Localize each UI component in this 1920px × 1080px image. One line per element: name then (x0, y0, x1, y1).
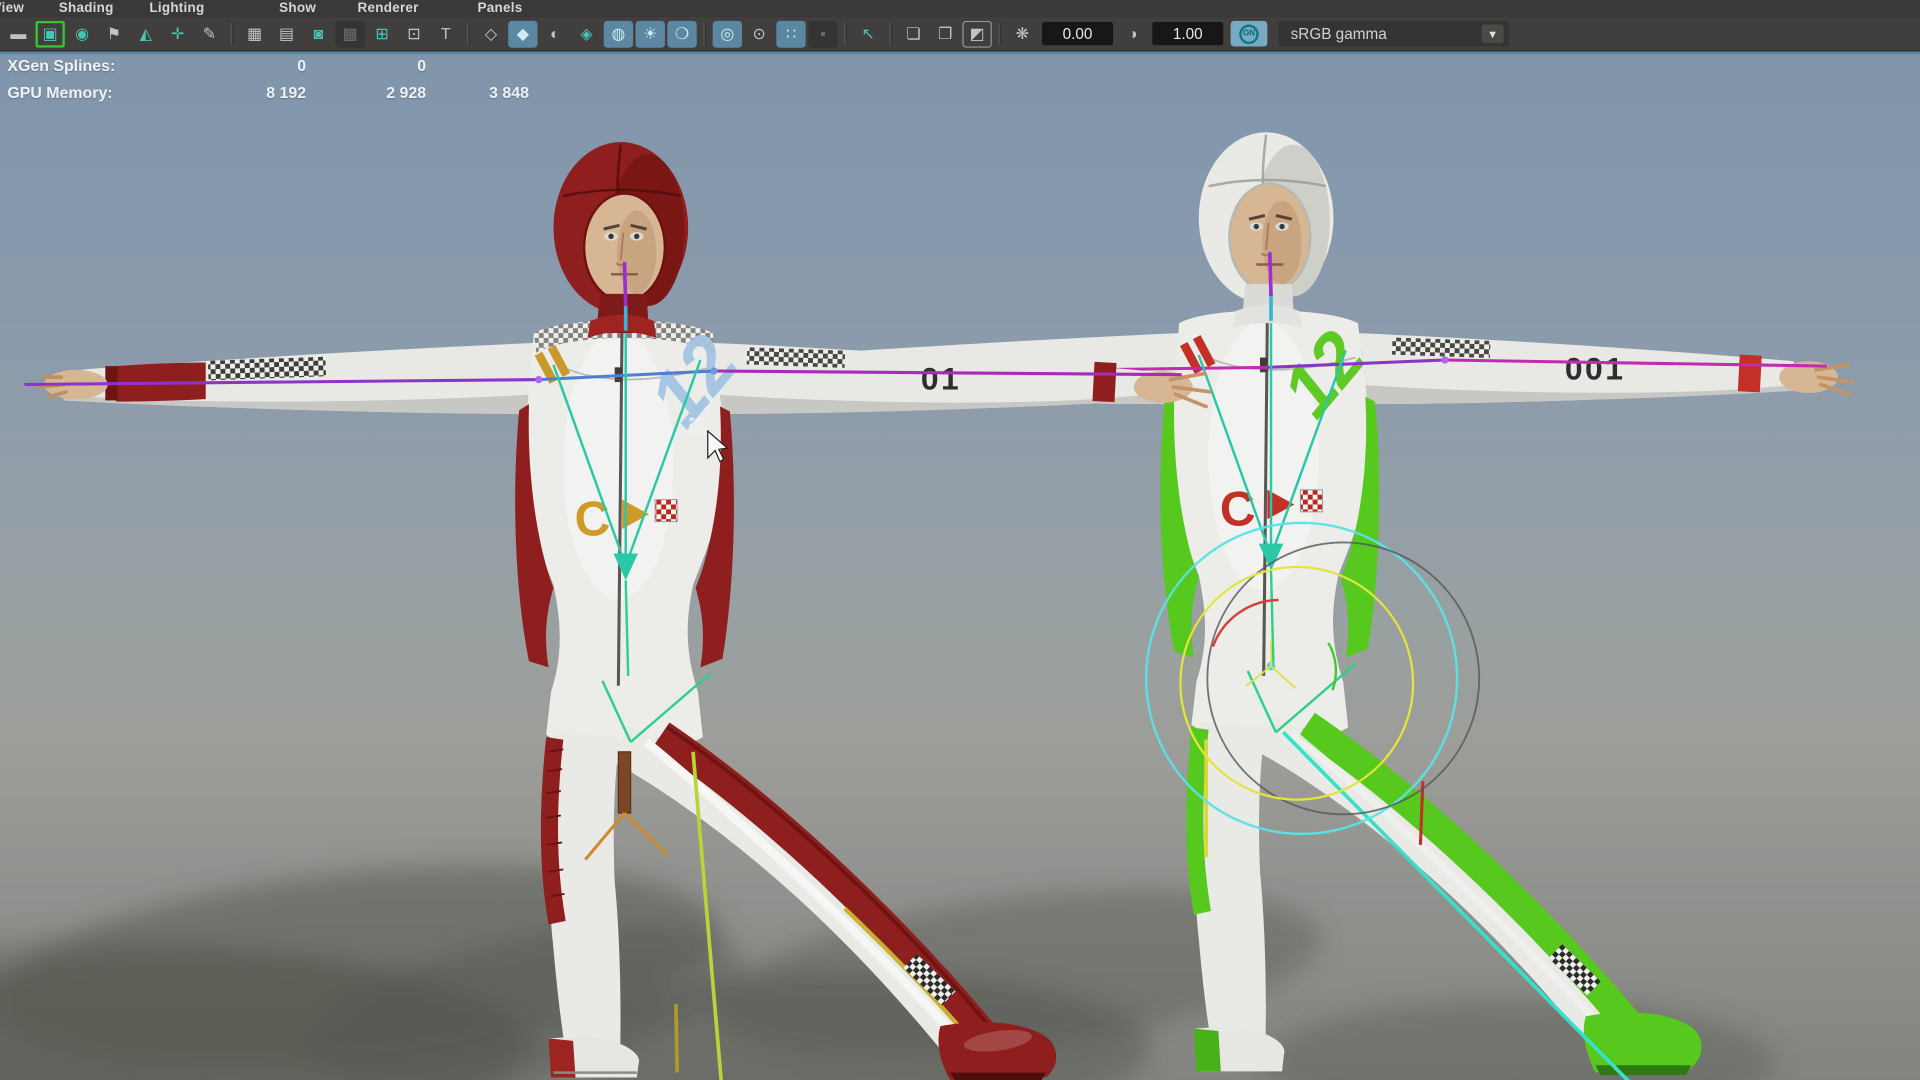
toolbar-separator (465, 23, 471, 45)
toolbar-separator (229, 23, 235, 45)
resolution-gate-icon[interactable]: ◙ (304, 20, 333, 47)
active-panel-highlight (0, 51, 1920, 53)
grid-icon[interactable]: ▦ (240, 20, 269, 47)
menu-view[interactable]: View (0, 0, 24, 17)
panel-toolbar: ▬ ▣ ◉ ⚑ ◭ ✛ ✎ ▦ ▤ ◙ ▩ ⊞ ⊡ T ◇ ◆ ◐ ◈ ◍ ☀ … (0, 17, 1920, 51)
color-management-toggle[interactable]: ON (1231, 21, 1268, 47)
safe-action-icon[interactable]: ⊡ (399, 20, 428, 47)
pan-zoom-icon[interactable]: ✛ (163, 20, 192, 47)
snapshot-icon[interactable]: ◩ (962, 20, 991, 47)
chevron-down-icon: ▼ (1482, 24, 1504, 42)
svg-text:C: C (1219, 482, 1257, 538)
copy-icon[interactable]: ❐ (931, 20, 960, 47)
menu-show[interactable]: Show (279, 0, 316, 17)
occlusion-icon[interactable]: ◎ (713, 20, 742, 47)
menu-lighting[interactable]: Lighting (149, 0, 204, 17)
maya-viewport-panel: View Shading Lighting Show Renderer Pane… (0, 0, 1920, 1080)
bookmark-icon[interactable]: ⚑ (99, 20, 128, 47)
film-gate-icon[interactable]: ▤ (272, 20, 301, 47)
duplicate-icon[interactable]: ❏ (899, 20, 928, 47)
toolbar-separator (997, 23, 1003, 45)
textured-icon[interactable]: ◐ (540, 20, 569, 47)
wireframe-icon[interactable]: ◇ (476, 20, 505, 47)
camera-icon[interactable]: ▬ (4, 20, 33, 47)
grease-pencil-icon[interactable]: ✎ (195, 20, 224, 47)
gamma-field[interactable]: 1.00 (1152, 22, 1223, 45)
shadows-icon[interactable]: ❍ (667, 20, 696, 47)
colorspace-value: sRGB gamma (1291, 25, 1387, 42)
hud-value: 0 (208, 56, 306, 74)
smooth-shade-icon[interactable]: ◆ (508, 20, 537, 47)
hud-value: 2 928 (306, 83, 426, 101)
default-material-icon[interactable]: ◈ (572, 20, 601, 47)
svg-text:C: C (573, 492, 611, 548)
hud-row-gpu-memory: GPU Memory: 8 192 2 928 3 848 (0, 78, 529, 105)
hud-value: 8 192 (208, 83, 306, 101)
motion-blur-icon[interactable]: ⊙ (744, 20, 773, 47)
image-plane-icon[interactable]: ◭ (131, 20, 160, 47)
gamma-icon[interactable]: ◑ (1118, 20, 1147, 47)
toolbar-separator (702, 23, 708, 45)
textured-checker-icon[interactable]: ◍ (604, 20, 633, 47)
exposure-icon[interactable]: ❋ (1008, 20, 1037, 47)
camera-settings-icon[interactable]: ◉ (67, 20, 96, 47)
hud-label: GPU Memory: (0, 83, 208, 101)
viewport-canvas[interactable]: 001 12 C (0, 54, 1920, 1080)
lights-icon[interactable]: ☀ (636, 20, 665, 47)
hud-value: 3 848 (426, 83, 529, 101)
green-arm-number: 001 (1565, 351, 1625, 387)
panel-menubar: View Shading Lighting Show Renderer Pane… (0, 0, 1920, 17)
viewport-hud: XGen Splines: 0 0 GPU Memory: 8 192 2 92… (0, 51, 529, 105)
colorspace-dropdown[interactable]: sRGB gamma ▼ (1278, 21, 1508, 47)
hud-value: 0 (306, 56, 426, 74)
exposure-field[interactable]: 0.00 (1042, 22, 1113, 45)
gate-mask-icon[interactable]: ▩ (336, 20, 365, 47)
safe-title-icon[interactable]: T (431, 20, 460, 47)
scene-render: 001 12 C (0, 54, 1920, 1080)
anti-alias-icon[interactable]: ∷ (776, 20, 805, 47)
menu-renderer[interactable]: Renderer (358, 0, 419, 17)
menu-panels[interactable]: Panels (478, 0, 523, 17)
hud-label: XGen Splines: (0, 56, 208, 74)
locked-camera-icon[interactable]: ▣ (36, 20, 65, 47)
field-chart-icon[interactable]: ⊞ (367, 20, 396, 47)
depth-of-field-icon[interactable]: ▪ (808, 20, 837, 47)
toolbar-separator (842, 23, 848, 45)
hud-row-xgen: XGen Splines: 0 0 (0, 51, 529, 78)
menu-shading[interactable]: Shading (59, 0, 114, 17)
red-arm-number: 01 (921, 360, 961, 396)
toolbar-separator (888, 23, 894, 45)
select-tool-icon[interactable]: ↖ (853, 20, 882, 47)
on-toggle-label: ON (1239, 24, 1259, 44)
